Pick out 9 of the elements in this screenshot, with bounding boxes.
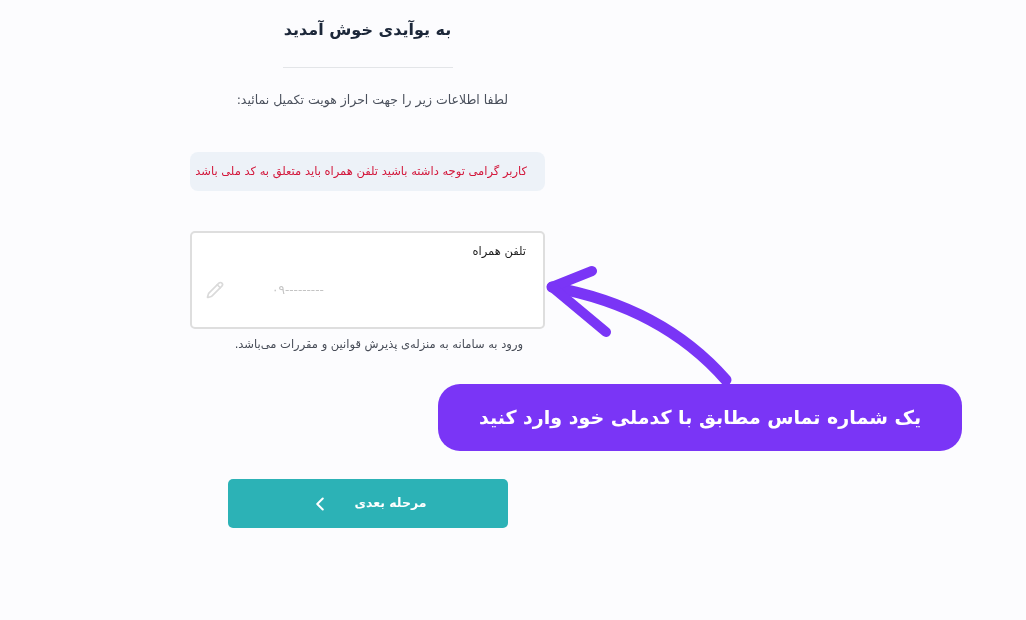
next-step-button[interactable]: مرحله بعدی bbox=[227, 479, 508, 528]
field-label: تلفن همراه bbox=[471, 243, 527, 259]
phone-input[interactable]: ۰۹--------- bbox=[238, 279, 529, 301]
callout-text: یک شماره تماس مطابق با کدملی خود وارد کنید bbox=[478, 405, 921, 431]
pencil-icon bbox=[206, 281, 224, 299]
instruction-text: لطفا اطلاعات زیر را جهت احراز هویت تکمیل نمائید: bbox=[235, 91, 509, 110]
page-title: به یوآیدی خوش آمدید bbox=[283, 19, 452, 41]
terms-text: ورود به سامانه به منزله‌ی پذیرش قوانین و مقررات می‌باشد. bbox=[233, 336, 524, 353]
alert-text: کاربر گرامی توجه داشته باشید تلفن همراه باید متعلق به کد ملی باشد bbox=[195, 162, 527, 181]
